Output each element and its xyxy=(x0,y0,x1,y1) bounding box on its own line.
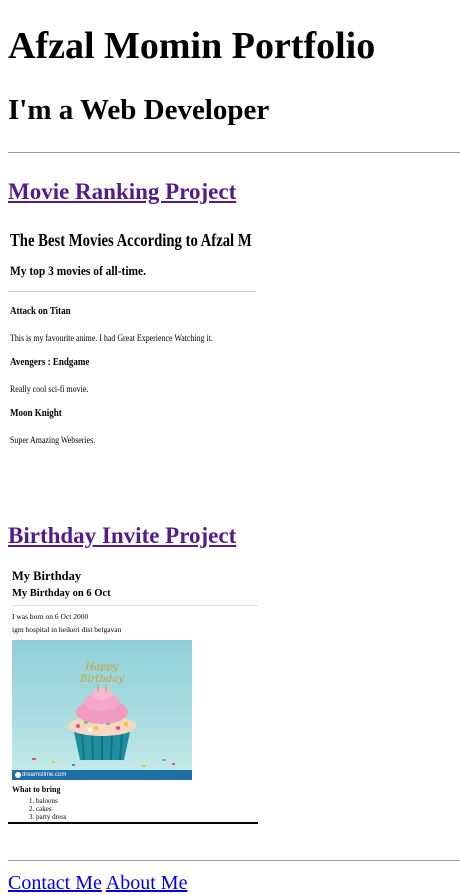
footer-links: Contact Me About Me xyxy=(8,871,452,895)
birthday-born-text: I was born on 6 Oct 2000 xyxy=(12,612,89,621)
movie-page-title: The Best Movies According to Afzal M xyxy=(10,230,252,250)
birthday-bottom-border xyxy=(8,822,258,824)
birthday-place-text: igm hospital in heikeri dist belgavan xyxy=(12,625,122,634)
page-subtitle: I'm a Web Developer xyxy=(8,94,270,126)
bring-list: baloons cakes party dress xyxy=(8,797,258,821)
movie-ranking-embed[interactable]: The Best Movies According to Afzal M My … xyxy=(8,229,258,479)
list-item: party dress xyxy=(36,813,258,821)
svg-text:Happy: Happy xyxy=(84,662,118,673)
movie-title: Avengers : Endgame xyxy=(10,357,90,368)
movie-description: Super Amazing Webseries. xyxy=(10,435,96,445)
birthday-subtitle: My Birthday on 6 Oct xyxy=(12,588,111,599)
movie-title: Attack on Titan xyxy=(10,306,71,317)
divider xyxy=(8,152,460,153)
movie-title: Moon Knight xyxy=(10,408,62,419)
birthday-title: My Birthday xyxy=(12,569,82,583)
about-me-link[interactable]: About Me xyxy=(106,872,188,894)
portfolio-page: Afzal Momin Portfolio I'm a Web Develope… xyxy=(0,0,460,895)
what-to-bring-heading: What to bring xyxy=(12,785,61,794)
movie-ranking-project-link[interactable]: Movie Ranking Project xyxy=(8,179,236,205)
contact-me-link[interactable]: Contact Me xyxy=(8,872,102,894)
movie-divider xyxy=(8,291,256,292)
image-credit-bar: dreamstime.com xyxy=(12,770,192,780)
divider xyxy=(8,860,460,861)
movie-page-subtitle: My top 3 movies of all-time. xyxy=(10,263,146,278)
page-title: Afzal Momin Portfolio xyxy=(8,25,376,67)
birthday-invite-project-link[interactable]: Birthday Invite Project xyxy=(8,523,236,549)
movie-description: Really cool sci-fi movie. xyxy=(10,384,89,394)
birthday-divider xyxy=(12,605,258,606)
cupcake-illustration: Happy Birthday xyxy=(32,662,175,767)
birthday-cupcake-image: Happy Birthday dreamstime.com xyxy=(12,640,192,780)
birthday-invite-embed[interactable]: My Birthday My Birthday on 6 Oct I was b… xyxy=(8,569,258,845)
svg-text:Birthday: Birthday xyxy=(79,674,124,685)
list-item: cakes xyxy=(36,805,258,813)
movie-description: This is my favourite anime. I had Great … xyxy=(10,333,213,343)
list-item: baloons xyxy=(36,797,258,805)
